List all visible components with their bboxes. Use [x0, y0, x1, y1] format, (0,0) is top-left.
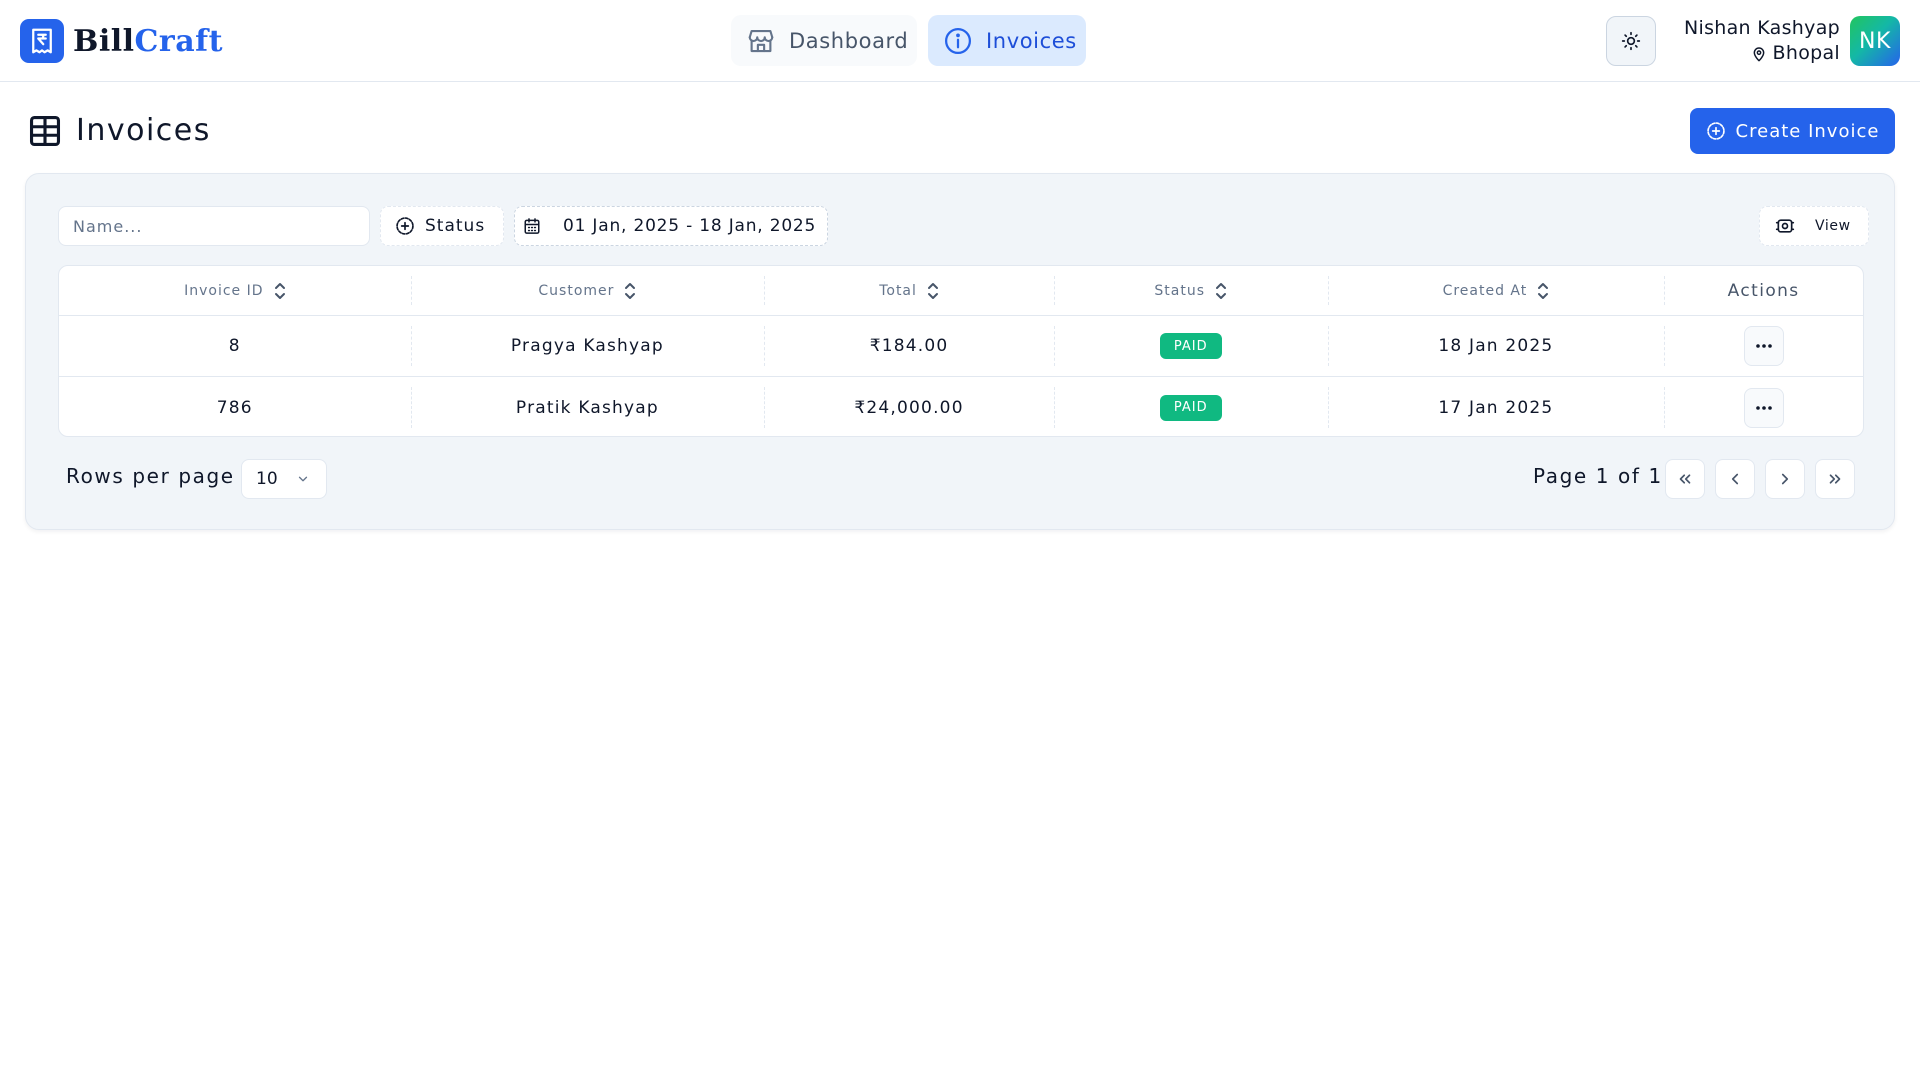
cell-customer: Pratik Kashyap: [410, 377, 765, 436]
page-title-text: Invoices: [76, 113, 211, 148]
brand-name: BillCraft: [73, 23, 223, 59]
sort-icon: [1538, 282, 1549, 299]
page-title: Invoices: [28, 113, 211, 148]
user-location-text: Bhopal: [1772, 42, 1840, 64]
nav-dashboard[interactable]: Dashboard: [731, 15, 917, 66]
column-header-status[interactable]: Status: [1053, 266, 1328, 315]
search-input[interactable]: [58, 206, 370, 246]
column-header-actions: Actions: [1664, 266, 1863, 315]
status-filter-label: Status: [425, 216, 486, 236]
column-header-total[interactable]: Total: [764, 266, 1054, 315]
cell-status: PAID: [1053, 316, 1328, 376]
nav-invoices-label: Invoices: [986, 28, 1077, 53]
date-range-text: 01 Jan, 2025 - 18 Jan, 2025: [563, 216, 817, 236]
nav-dashboard-label: Dashboard: [789, 28, 909, 53]
chevrons-left-icon: [1679, 474, 1691, 484]
cell-customer: Pragya Kashyap: [410, 316, 765, 376]
map-pin-icon: [1753, 46, 1764, 61]
app-header: BillCraft Dashboard Invoices Nishan Kash…: [0, 0, 1920, 82]
user-info[interactable]: Nishan Kashyap Bhopal: [1684, 16, 1840, 66]
table-header-row: Invoice ID Customer Total Status Created…: [59, 266, 1863, 316]
chevron-right-icon: [1781, 473, 1789, 485]
rows-per-page-label: Rows per page: [66, 464, 235, 488]
cell-invoice-id: 8: [228, 336, 241, 356]
cell-created-at: 17 Jan 2025: [1327, 377, 1665, 436]
cell-status: PAID: [1053, 377, 1328, 436]
cell-created-at: 18 Jan 2025: [1327, 316, 1665, 376]
status-badge: PAID: [1159, 394, 1222, 421]
rows-per-page-value: 10: [256, 469, 278, 489]
create-invoice-label: Create Invoice: [1735, 120, 1880, 142]
chevron-left-icon: [1731, 473, 1739, 485]
table-row[interactable]: 8 Pragya Kashyap ₹184.00 PAID 18 Jan 202…: [59, 316, 1863, 377]
next-page-button[interactable]: [1765, 459, 1805, 499]
sort-icon: [625, 282, 636, 299]
store-icon: [745, 25, 777, 57]
nav-invoices[interactable]: Invoices: [928, 15, 1086, 66]
date-range-picker[interactable]: 01 Jan, 2025 - 18 Jan, 2025: [514, 206, 828, 246]
ellipsis-icon: [1755, 405, 1772, 410]
cell-actions: [1664, 316, 1863, 376]
rows-per-page-select[interactable]: 10: [241, 459, 327, 499]
settings-view-icon: [1775, 219, 1795, 233]
cell-actions: [1664, 377, 1863, 436]
sun-icon: [1621, 31, 1641, 51]
theme-toggle-button[interactable]: [1606, 16, 1656, 66]
cell-total: ₹24,000.00: [764, 377, 1054, 436]
sort-icon: [274, 282, 285, 299]
table-row[interactable]: 786 Pratik Kashyap ₹24,000.00 PAID 17 Ja…: [59, 377, 1863, 436]
info-icon: [942, 25, 974, 57]
user-name: Nishan Kashyap: [1683, 17, 1840, 39]
last-page-button[interactable]: [1815, 459, 1855, 499]
table-grid-icon: [28, 114, 62, 148]
first-page-button[interactable]: [1665, 459, 1705, 499]
column-header-invoice-id[interactable]: Invoice ID: [59, 266, 411, 315]
page-indicator: Page 1 of 1: [1533, 464, 1663, 488]
create-invoice-button[interactable]: Create Invoice: [1690, 108, 1895, 154]
plus-circle-icon: [1706, 122, 1725, 140]
user-location: Bhopal: [1684, 41, 1840, 66]
invoices-table: Invoice ID Customer Total Status Created…: [58, 265, 1864, 437]
rupee-receipt-icon: [20, 19, 64, 63]
view-options-label: View: [1815, 218, 1851, 234]
sort-icon: [1216, 282, 1227, 299]
plus-circle-icon: [396, 217, 414, 235]
invoices-card: Status 01 Jan, 2025 - 18 Jan, 2025 View …: [25, 173, 1895, 530]
chevrons-right-icon: [1829, 474, 1841, 484]
column-header-created-at[interactable]: Created At: [1327, 266, 1665, 315]
row-actions-button[interactable]: [1743, 326, 1784, 366]
chevron-down-icon: [298, 476, 308, 482]
view-options-button[interactable]: View: [1759, 206, 1869, 246]
status-badge: PAID: [1159, 333, 1222, 359]
brand-logo[interactable]: BillCraft: [20, 19, 223, 63]
cell-invoice-id: 786: [216, 397, 253, 418]
calendar-icon: [524, 218, 540, 234]
status-filter-button[interactable]: Status: [380, 206, 504, 246]
cell-total: ₹184.00: [764, 316, 1054, 376]
ellipsis-icon: [1755, 344, 1772, 348]
row-actions-button[interactable]: [1743, 387, 1784, 428]
avatar[interactable]: NK: [1850, 16, 1900, 66]
sort-icon: [927, 282, 938, 299]
previous-page-button[interactable]: [1715, 459, 1755, 499]
column-header-customer[interactable]: Customer: [410, 266, 765, 315]
